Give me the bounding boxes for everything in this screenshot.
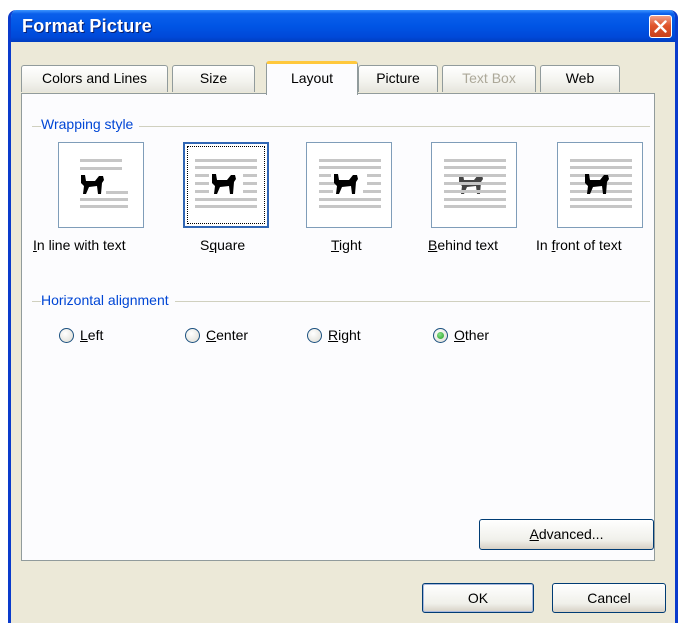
radio-center-label: Center — [206, 327, 249, 343]
wrap-behind-icon[interactable] — [431, 142, 517, 228]
radio-other-circle[interactable] — [433, 327, 448, 343]
advanced-mnemonic: A — [529, 526, 539, 542]
advanced-button[interactable]: Advanced... — [479, 519, 654, 550]
tab-web[interactable]: Web — [540, 65, 620, 92]
tab-picture[interactable]: Picture — [358, 65, 438, 92]
tab-text-box: Text Box — [442, 65, 536, 92]
cancel-button[interactable]: Cancel — [552, 583, 666, 613]
wrap-square-icon[interactable] — [183, 142, 269, 228]
layout-tab-panel: Wrapping style In line with text Square … — [21, 93, 655, 561]
tab-label: Web — [565, 70, 595, 86]
wrap-front-icon[interactable] — [557, 142, 643, 228]
tab-layout[interactable]: Layout — [266, 61, 358, 95]
wrap-label-behind: Behind text — [428, 237, 499, 253]
close-icon — [654, 20, 667, 33]
ok-button[interactable]: OK — [422, 583, 534, 613]
radio-left-label: Left — [80, 327, 104, 343]
close-button[interactable] — [649, 15, 672, 38]
tab-strip: Colors and Lines Size Layout Picture Tex… — [21, 61, 651, 95]
window-title: Format Picture — [22, 16, 152, 36]
advanced-label: dvanced... — [538, 526, 604, 542]
wrap-label-square: Square — [200, 237, 246, 253]
radio-right[interactable]: Right — [307, 327, 361, 343]
tab-label: Colors and Lines — [41, 70, 148, 86]
radio-left[interactable]: Left — [59, 327, 103, 343]
wrap-label-tight: Tight — [331, 237, 362, 253]
title-bar[interactable]: Format Picture — [11, 10, 675, 42]
radio-right-label: Right — [328, 327, 361, 343]
tab-label: Picture — [376, 70, 420, 86]
radio-left-circle[interactable] — [59, 327, 74, 343]
radio-center[interactable]: Center — [185, 327, 248, 343]
radio-other[interactable]: Other — [433, 327, 489, 343]
tab-label: Layout — [290, 70, 334, 86]
tab-label: Size — [199, 70, 228, 86]
wrap-label-front: In front of text — [536, 237, 622, 253]
horizontal-alignment-label: Horizontal alignment — [41, 292, 175, 308]
wrap-label-inline: In line with text — [33, 237, 126, 253]
tab-colors-and-lines[interactable]: Colors and Lines — [21, 65, 168, 92]
wrap-inline-icon[interactable] — [58, 142, 144, 228]
radio-right-circle[interactable] — [307, 327, 322, 343]
radio-center-circle[interactable] — [185, 327, 200, 343]
radio-other-label: Other — [454, 327, 490, 343]
wrap-tight-icon[interactable] — [306, 142, 392, 228]
tab-size[interactable]: Size — [172, 65, 255, 92]
wrapping-style-label: Wrapping style — [41, 116, 140, 132]
tab-label: Text Box — [462, 70, 516, 86]
